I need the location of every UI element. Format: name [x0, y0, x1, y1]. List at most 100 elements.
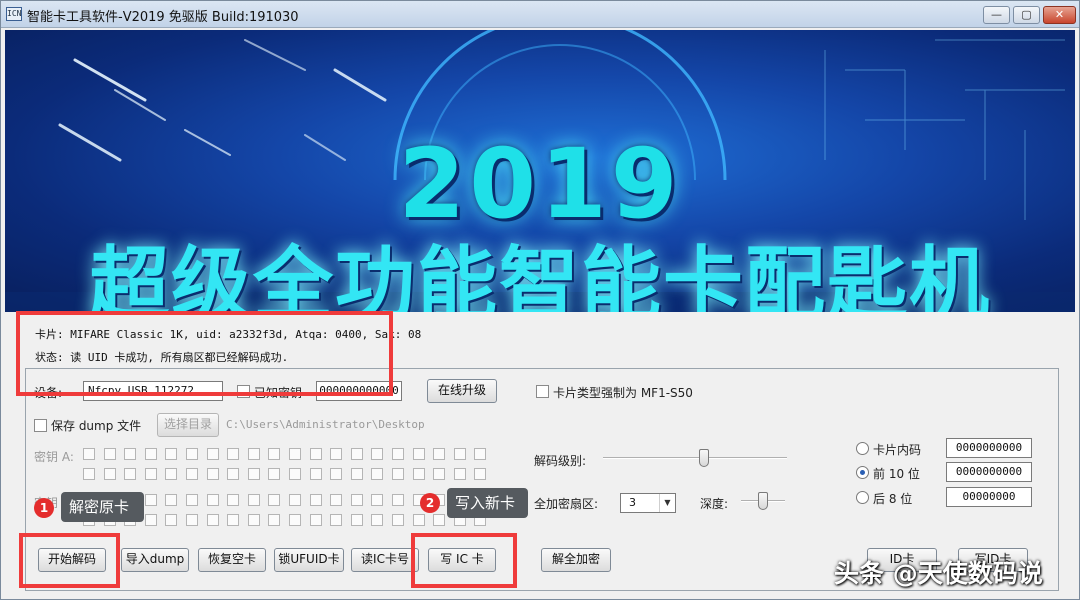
- key-a-sector-checkbox[interactable]: [474, 468, 487, 480]
- key-b-sector-checkbox[interactable]: [289, 514, 301, 526]
- restore-blank-button[interactable]: 恢复空卡: [198, 548, 266, 572]
- key-a-sector-checkbox[interactable]: [83, 448, 95, 460]
- key-a-sector-checkbox[interactable]: [371, 448, 384, 460]
- key-a-sector-checkbox[interactable]: [186, 448, 198, 460]
- key-b-sector-checkbox[interactable]: [371, 514, 384, 526]
- key-a-sector-checkbox[interactable]: [350, 468, 363, 480]
- key-b-sector-checkbox[interactable]: [309, 494, 322, 506]
- minimize-button[interactable]: —: [983, 6, 1010, 24]
- key-b-sector-checkbox[interactable]: [186, 514, 198, 526]
- maximize-button[interactable]: ▢: [1013, 6, 1040, 24]
- key-a-sector-checkbox[interactable]: [412, 448, 425, 460]
- card-inner-input[interactable]: 0000000000: [946, 438, 1032, 458]
- key-b-sector-checkbox[interactable]: [371, 494, 384, 506]
- key-a-sector-checkbox[interactable]: [433, 448, 446, 460]
- key-a-sector-checkbox[interactable]: [289, 468, 301, 480]
- back-digits-input[interactable]: 00000000: [946, 487, 1032, 507]
- decrypt-all-button[interactable]: 解全加密: [541, 548, 611, 572]
- key-b-sector-checkbox[interactable]: [330, 494, 343, 506]
- key-a-sector-checkbox[interactable]: [165, 448, 178, 460]
- key-a-sector-checkbox[interactable]: [144, 448, 157, 460]
- depth-label: 深度:: [700, 497, 729, 511]
- title-bar[interactable]: ICN 智能卡工具软件-V2019 免驱版 Build:191030 — ▢ ✕: [1, 1, 1079, 28]
- depth-slider[interactable]: [758, 492, 768, 510]
- key-a-sector-checkbox[interactable]: [474, 448, 487, 460]
- dir-path: C:\Users\Administrator\Desktop: [226, 418, 425, 431]
- key-b-sector-checkbox[interactable]: [392, 514, 404, 526]
- callout-write-text: 写入新卡: [455, 494, 516, 512]
- key-a-sector-checkbox[interactable]: [453, 468, 466, 480]
- sector-value: 3: [629, 496, 636, 509]
- key-a-sector-checkbox[interactable]: [247, 468, 260, 480]
- key-a-sector-checkbox[interactable]: [165, 468, 178, 480]
- key-b-sector-checkbox[interactable]: [392, 494, 404, 506]
- key-b-sector-checkbox[interactable]: [350, 494, 363, 506]
- callout-write: 写入新卡: [447, 488, 528, 518]
- key-a-sector-checkbox[interactable]: [83, 468, 95, 480]
- key-b-sector-checkbox[interactable]: [206, 494, 219, 506]
- card-inner-radio[interactable]: [856, 442, 869, 455]
- key-a-sector-checkbox[interactable]: [186, 468, 198, 480]
- key-a-sector-checkbox[interactable]: [227, 468, 240, 480]
- key-a-sector-checkbox[interactable]: [309, 468, 322, 480]
- key-a-sector-checkbox[interactable]: [124, 468, 137, 480]
- key-a-sector-checkbox[interactable]: [103, 468, 116, 480]
- save-dump-checkbox[interactable]: [34, 419, 47, 432]
- key-a-sector-checkbox[interactable]: [392, 468, 404, 480]
- online-upgrade-button[interactable]: 在线升级: [427, 379, 497, 403]
- key-a-sector-checkbox[interactable]: [103, 448, 116, 460]
- key-b-sector-checkbox[interactable]: [206, 514, 219, 526]
- key-a-sector-checkbox[interactable]: [309, 448, 322, 460]
- front-digits-radio[interactable]: [856, 466, 869, 479]
- import-dump-button[interactable]: 导入dump: [121, 548, 189, 572]
- key-b-sector-checkbox[interactable]: [186, 494, 198, 506]
- key-b-sector-checkbox[interactable]: [330, 514, 343, 526]
- key-a-sector-checkbox[interactable]: [330, 468, 343, 480]
- app-icon: ICN: [6, 7, 22, 21]
- decode-level-track[interactable]: [603, 457, 787, 459]
- close-button[interactable]: ✕: [1043, 6, 1076, 24]
- key-a-sector-checkbox[interactable]: [227, 448, 240, 460]
- key-b-sector-checkbox[interactable]: [412, 514, 425, 526]
- key-b-sector-checkbox[interactable]: [247, 514, 260, 526]
- key-b-sector-checkbox[interactable]: [309, 514, 322, 526]
- key-b-sector-checkbox[interactable]: [165, 494, 178, 506]
- key-a-sector-checkbox[interactable]: [268, 468, 281, 480]
- watermark: 头条 @天使数码说: [834, 559, 1043, 588]
- key-a-sector-checkbox[interactable]: [330, 448, 343, 460]
- key-a-sector-checkbox[interactable]: [350, 448, 363, 460]
- key-b-sector-checkbox[interactable]: [350, 514, 363, 526]
- key-a-sector-checkbox[interactable]: [144, 468, 157, 480]
- key-a-sector-checkbox[interactable]: [392, 448, 404, 460]
- key-b-sector-checkbox[interactable]: [165, 514, 178, 526]
- key-a-sector-checkbox[interactable]: [206, 448, 219, 460]
- key-b-sector-checkbox[interactable]: [247, 494, 260, 506]
- key-b-sector-checkbox[interactable]: [289, 494, 301, 506]
- key-a-sector-checkbox[interactable]: [289, 448, 301, 460]
- choose-dir-button[interactable]: 选择目录: [157, 413, 219, 437]
- key-b-sector-checkbox[interactable]: [144, 494, 157, 506]
- key-b-sector-checkbox[interactable]: [268, 514, 281, 526]
- key-a-sector-checkbox[interactable]: [206, 468, 219, 480]
- sector-select[interactable]: 3 ▼: [620, 493, 676, 513]
- key-a-sector-checkbox[interactable]: [433, 468, 446, 480]
- lock-ufuid-button[interactable]: 锁UFUID卡: [274, 548, 344, 572]
- back-digits-radio[interactable]: [856, 491, 869, 504]
- key-b-sector-checkbox[interactable]: [227, 494, 240, 506]
- force-type-checkbox[interactable]: [536, 385, 549, 398]
- key-b-sector-checkbox[interactable]: [227, 514, 240, 526]
- key-a-sector-checkbox[interactable]: [412, 468, 425, 480]
- key-b-sector-checkbox[interactable]: [433, 514, 446, 526]
- key-b-sector-checkbox[interactable]: [144, 514, 157, 526]
- key-a-sector-checkbox[interactable]: [371, 468, 384, 480]
- key-a-sector-checkbox[interactable]: [247, 448, 260, 460]
- key-a-sector-checkbox[interactable]: [453, 448, 466, 460]
- decode-level-slider[interactable]: [698, 449, 709, 467]
- read-ic-button[interactable]: 读IC卡号: [351, 548, 419, 572]
- banner-slogan: 超级全功能智能卡配匙机: [89, 238, 991, 312]
- key-a-sector-checkbox[interactable]: [124, 448, 137, 460]
- key-a-sector-checkbox[interactable]: [268, 448, 281, 460]
- key-b-sector-checkbox[interactable]: [268, 494, 281, 506]
- front-digits-input[interactable]: 0000000000: [946, 462, 1032, 482]
- decode-level-label: 解码级别:: [534, 454, 587, 468]
